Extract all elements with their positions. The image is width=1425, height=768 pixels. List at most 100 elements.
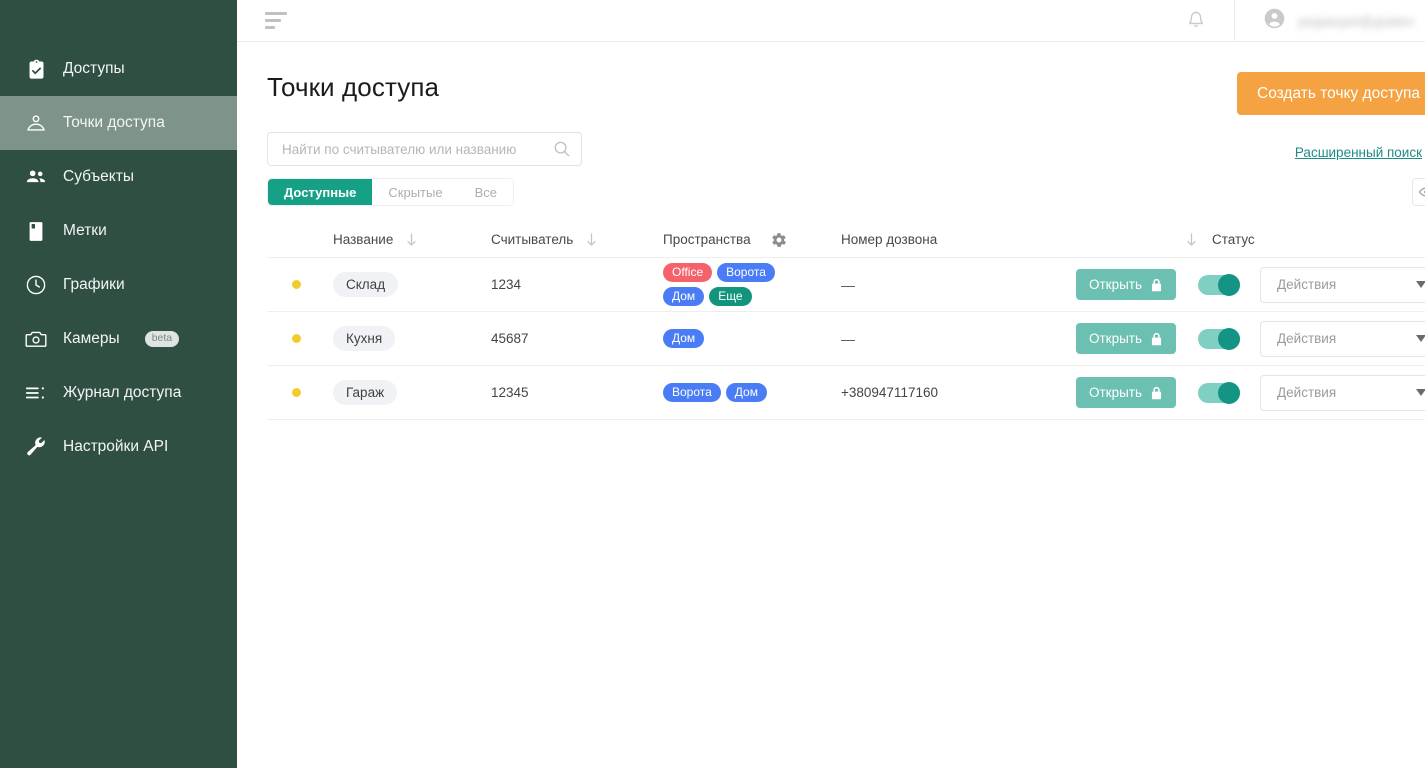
search-input[interactable] [282,141,553,157]
name-chip[interactable]: Кухня [333,326,396,351]
clock-icon [25,274,47,296]
open-button[interactable]: Открыть [1076,323,1177,354]
space-tag[interactable]: Дом [725,383,767,402]
lock-icon [1150,278,1163,292]
sidebar-item-label: Метки [63,222,107,239]
reader-cell: 1234 [491,277,522,292]
tab-3[interactable]: Все [458,179,513,205]
actions-dropdown-label: Действия [1277,385,1337,400]
open-button-label: Открыть [1089,331,1143,346]
actions-dropdown-label: Действия [1277,277,1337,292]
sidebar-item-4[interactable]: Метки [0,204,237,258]
hamburger-icon[interactable] [265,12,287,29]
status-toggle-cell [1198,381,1260,404]
create-access-point-button[interactable]: Создать точку доступа [1237,72,1425,115]
space-tag[interactable]: Еще [709,287,752,306]
search-box[interactable] [267,132,582,166]
name-chip[interactable]: Гараж [333,380,398,405]
th-spaces: Пространства [663,232,841,247]
wrench-icon [25,436,47,458]
sidebar-item-2[interactable]: Точки доступа [0,96,237,150]
toggle-knob [1218,273,1240,296]
sort-arrow-icon[interactable] [405,232,418,248]
actions-cell: Действия [1260,374,1425,411]
open-button[interactable]: Открыть [1076,377,1177,408]
sidebar-item-8[interactable]: Настройки API [0,420,237,474]
th-reader: Считыватель [491,232,663,248]
topbar: редакция@домен [237,0,1425,42]
reader-cell: 12345 [491,385,529,400]
actions-dropdown[interactable]: Действия [1260,374,1425,411]
th-open-sort [1076,232,1198,248]
space-tags: Office Ворота Дом Еще [663,263,781,306]
lock-icon [1150,386,1163,400]
open-button[interactable]: Открыть [1076,269,1177,300]
sidebar-item-5[interactable]: Графики [0,258,237,312]
chevron-down-icon [1416,389,1425,396]
space-tag[interactable]: Дом [663,329,705,348]
space-tag[interactable]: Office [663,263,713,282]
sidebar-item-1[interactable]: Доступы [0,42,237,96]
chevron-down-icon [1416,281,1425,288]
th-reader-label: Считыватель [491,232,574,247]
table-row: Склад 1234 Office Ворота Дом Еще — Открыть Дейст… [267,258,1425,312]
sidebar-item-label: Графики [63,276,125,293]
advanced-search-toggle[interactable]: Расширенный поиск [1295,145,1425,160]
tab-2[interactable]: Скрытые [372,179,459,205]
name-cell: Кухня [333,326,491,351]
tab-1[interactable]: Доступные [268,179,373,205]
search-icon[interactable] [553,140,571,158]
open-cell: Открыть [1076,269,1198,300]
sidebar-item-7[interactable]: Журнал доступа [0,366,237,420]
sort-arrow-icon[interactable] [1185,232,1198,248]
tag-card-icon [25,220,47,242]
phone-cell: — [841,330,855,347]
actions-cell: Действия [1260,266,1425,303]
open-cell: Открыть [1076,377,1198,408]
actions-dropdown[interactable]: Действия [1260,266,1425,303]
access-point-icon [25,112,47,134]
advanced-search-label: Расширенный поиск [1294,145,1422,160]
table-row: Гараж 12345 Ворота Дом +380947117160 Открыть Д… [267,366,1425,420]
content: Точки доступа Создать точку доступа Расш… [237,42,1425,420]
sidebar-item-label: Камеры [63,330,120,347]
status-dot-cell [267,280,333,289]
lock-icon [1150,332,1163,346]
toggle-knob [1218,381,1240,404]
toggle-knob [1218,327,1240,350]
reader-cell: 45687 [491,331,529,346]
status-toggle[interactable] [1198,273,1240,296]
status-toggle[interactable] [1198,381,1240,404]
bell-icon[interactable] [1186,10,1206,31]
app-root: Доступы Точки доступа Субъекты Метки Графики… [0,0,1425,768]
space-tag[interactable]: Дом [663,287,705,306]
camera-icon [25,328,47,350]
sidebar-item-3[interactable]: Субъекты [0,150,237,204]
user-menu[interactable]: редакция@домен [1235,0,1425,42]
beta-badge: beta [144,331,180,347]
name-chip[interactable]: Склад [333,272,399,297]
status-dot [292,280,301,289]
spaces-cell: Дом [663,329,841,348]
table-header: Название Считыватель Пространства Номер … [267,222,1425,258]
status-dot-cell [267,388,333,397]
th-name-label: Название [333,232,394,247]
open-cell: Открыть [1076,323,1198,354]
space-tag[interactable]: Ворота [717,263,775,282]
eye-icon[interactable] [1412,178,1425,206]
status-dot [292,388,301,397]
status-toggle[interactable] [1198,327,1240,350]
list-icon [25,382,47,404]
sort-arrow-icon[interactable] [585,232,598,248]
actions-dropdown[interactable]: Действия [1260,320,1425,357]
access-points-table: Название Считыватель Пространства Номер … [267,222,1425,420]
th-spaces-label: Пространства [663,232,751,247]
chevron-down-icon [1416,335,1425,342]
gear-icon[interactable] [771,232,786,247]
space-tag[interactable]: Ворота [663,383,721,402]
th-status-label: Статус [1212,232,1255,247]
th-phone: Номер дозвона [841,232,1076,247]
open-button-label: Открыть [1089,385,1143,400]
table-body: Склад 1234 Office Ворота Дом Еще — Открыть Дейст… [267,258,1425,420]
sidebar-item-6[interactable]: Камеры beta [0,312,237,366]
